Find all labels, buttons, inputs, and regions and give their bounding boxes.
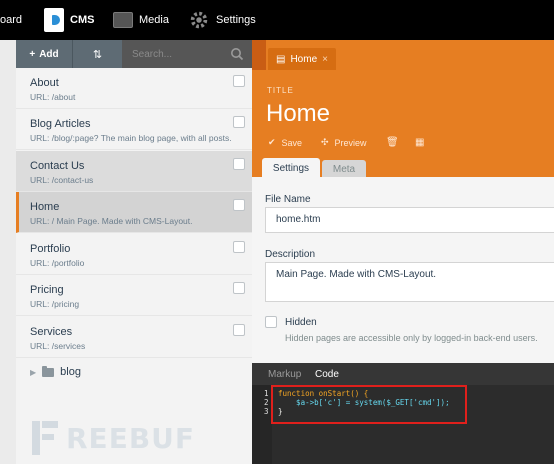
page-title: Home: [30, 201, 60, 213]
description-field[interactable]: Main Page. Made with CMS-Layout.: [265, 262, 554, 302]
hidden-help-text: Hidden pages are accessible only by logg…: [285, 333, 538, 343]
check-icon: ✔: [268, 137, 276, 147]
nav-dashboard[interactable]: oard: [0, 0, 22, 40]
page-url: URL: /blog/:page? The main blog page, wi…: [30, 133, 232, 143]
tab-meta[interactable]: Meta: [322, 160, 366, 178]
nav-settings-label: Settings: [216, 14, 256, 26]
tab-settings-label: Settings: [272, 162, 310, 174]
sort-button[interactable]: ⇅: [72, 40, 122, 68]
nav-cms[interactable]: CMS: [44, 0, 94, 40]
page-title: Blog Articles: [30, 118, 91, 130]
list-item-services[interactable]: Services URL: /services: [16, 317, 252, 358]
page-checkbox[interactable]: [233, 158, 245, 170]
description-label: Description: [265, 249, 316, 260]
tab-code[interactable]: Code: [315, 369, 339, 380]
folder-label: blog: [60, 366, 81, 378]
watermark-text: REEBUF: [66, 421, 196, 455]
preview-button-label: Preview: [334, 137, 367, 148]
add-button[interactable]: + Add: [16, 40, 72, 68]
list-item-pricing[interactable]: Pricing URL: /pricing: [16, 275, 252, 316]
list-item-portfolio[interactable]: Portfolio URL: /portfolio: [16, 234, 252, 275]
page-url: URL: /about: [30, 92, 76, 102]
tab-home[interactable]: ▤ Home ×: [268, 48, 336, 70]
watermark: REEBUF: [32, 418, 212, 458]
search-input[interactable]: [122, 40, 230, 68]
cms-icon: [44, 8, 64, 32]
tab-meta-label: Meta: [332, 163, 356, 175]
page-checkbox[interactable]: [233, 75, 245, 87]
nav-dashboard-label: oard: [0, 14, 23, 26]
trash-icon[interactable]: 🗑: [386, 137, 399, 148]
search-box: [122, 40, 252, 68]
plus-icon: +: [29, 48, 36, 60]
crosshair-icon: ✣: [321, 137, 329, 147]
file-name-field[interactable]: home.htm: [265, 207, 554, 233]
page-checkbox[interactable]: [233, 324, 245, 336]
page-title: Contact Us: [30, 160, 85, 172]
left-gutter: [0, 40, 16, 464]
page-url: URL: /pricing: [30, 299, 80, 309]
page-url: URL: /portfolio: [30, 258, 85, 268]
tab-markup[interactable]: Markup: [268, 369, 301, 380]
hidden-label: Hidden: [285, 317, 317, 328]
media-icon: [113, 12, 133, 28]
gear-icon: [190, 11, 208, 29]
page-title: About: [30, 77, 59, 89]
line-number: 3: [264, 407, 269, 416]
nav-settings[interactable]: Settings: [188, 0, 256, 40]
close-icon[interactable]: ×: [322, 54, 328, 65]
watermark-logo-icon: [32, 421, 58, 455]
save-button[interactable]: ✔ Save: [268, 137, 302, 148]
page-checkbox[interactable]: [233, 241, 245, 253]
page-title: Portfolio: [30, 243, 71, 255]
highlight-annotation-box: [271, 385, 467, 424]
calendar-icon[interactable]: ▦: [415, 137, 424, 148]
caret-right-icon: ▶: [30, 367, 37, 377]
folder-item-blog[interactable]: ▶ blog: [30, 365, 81, 378]
nav-media[interactable]: Media: [113, 0, 169, 40]
sidebar-toolbar: + Add ⇅: [16, 40, 252, 68]
page-checkbox[interactable]: [233, 116, 245, 128]
page-url: URL: /services: [30, 341, 86, 351]
page-title-input[interactable]: Home: [266, 100, 330, 128]
page-title: Services: [30, 326, 73, 338]
title-field-label: TITLE: [267, 86, 294, 95]
save-button-label: Save: [281, 137, 303, 148]
list-item-about[interactable]: About URL: /about: [16, 68, 252, 109]
preview-button[interactable]: ✣ Preview: [321, 137, 367, 148]
list-item-home[interactable]: Home URL: / Main Page. Made with CMS-Lay…: [16, 192, 252, 233]
page-checkbox[interactable]: [233, 282, 245, 294]
list-item-blog-articles[interactable]: Blog Articles URL: /blog/:page? The main…: [16, 109, 252, 150]
page-url: URL: /contact-us: [30, 175, 94, 185]
page-checkbox[interactable]: [233, 199, 245, 211]
search-icon[interactable]: [230, 47, 244, 61]
line-number: 2: [264, 398, 269, 407]
document-icon: ▤: [276, 53, 286, 65]
pin-icon[interactable]: [252, 40, 266, 70]
top-navbar: oard CMS Media Settings: [0, 0, 554, 40]
tab-home-label: Home: [290, 53, 318, 65]
tab-settings[interactable]: Settings: [262, 158, 320, 178]
sort-icon: ⇅: [92, 48, 103, 61]
file-name-label: File Name: [265, 194, 311, 205]
list-item-contact-us[interactable]: Contact Us URL: /contact-us: [16, 151, 252, 192]
hidden-checkbox[interactable]: [265, 316, 277, 328]
nav-cms-label: CMS: [70, 14, 95, 26]
line-number: 1: [264, 389, 269, 398]
folder-icon: [42, 365, 55, 377]
nav-media-label: Media: [139, 14, 169, 26]
pages-sidebar: About URL: /about Blog Articles URL: /bl…: [16, 68, 252, 464]
page-url: URL: / Main Page. Made with CMS-Layout.: [30, 216, 193, 226]
add-button-label: Add: [39, 48, 59, 60]
line-gutter: [252, 385, 272, 464]
page-title: Pricing: [30, 284, 64, 296]
